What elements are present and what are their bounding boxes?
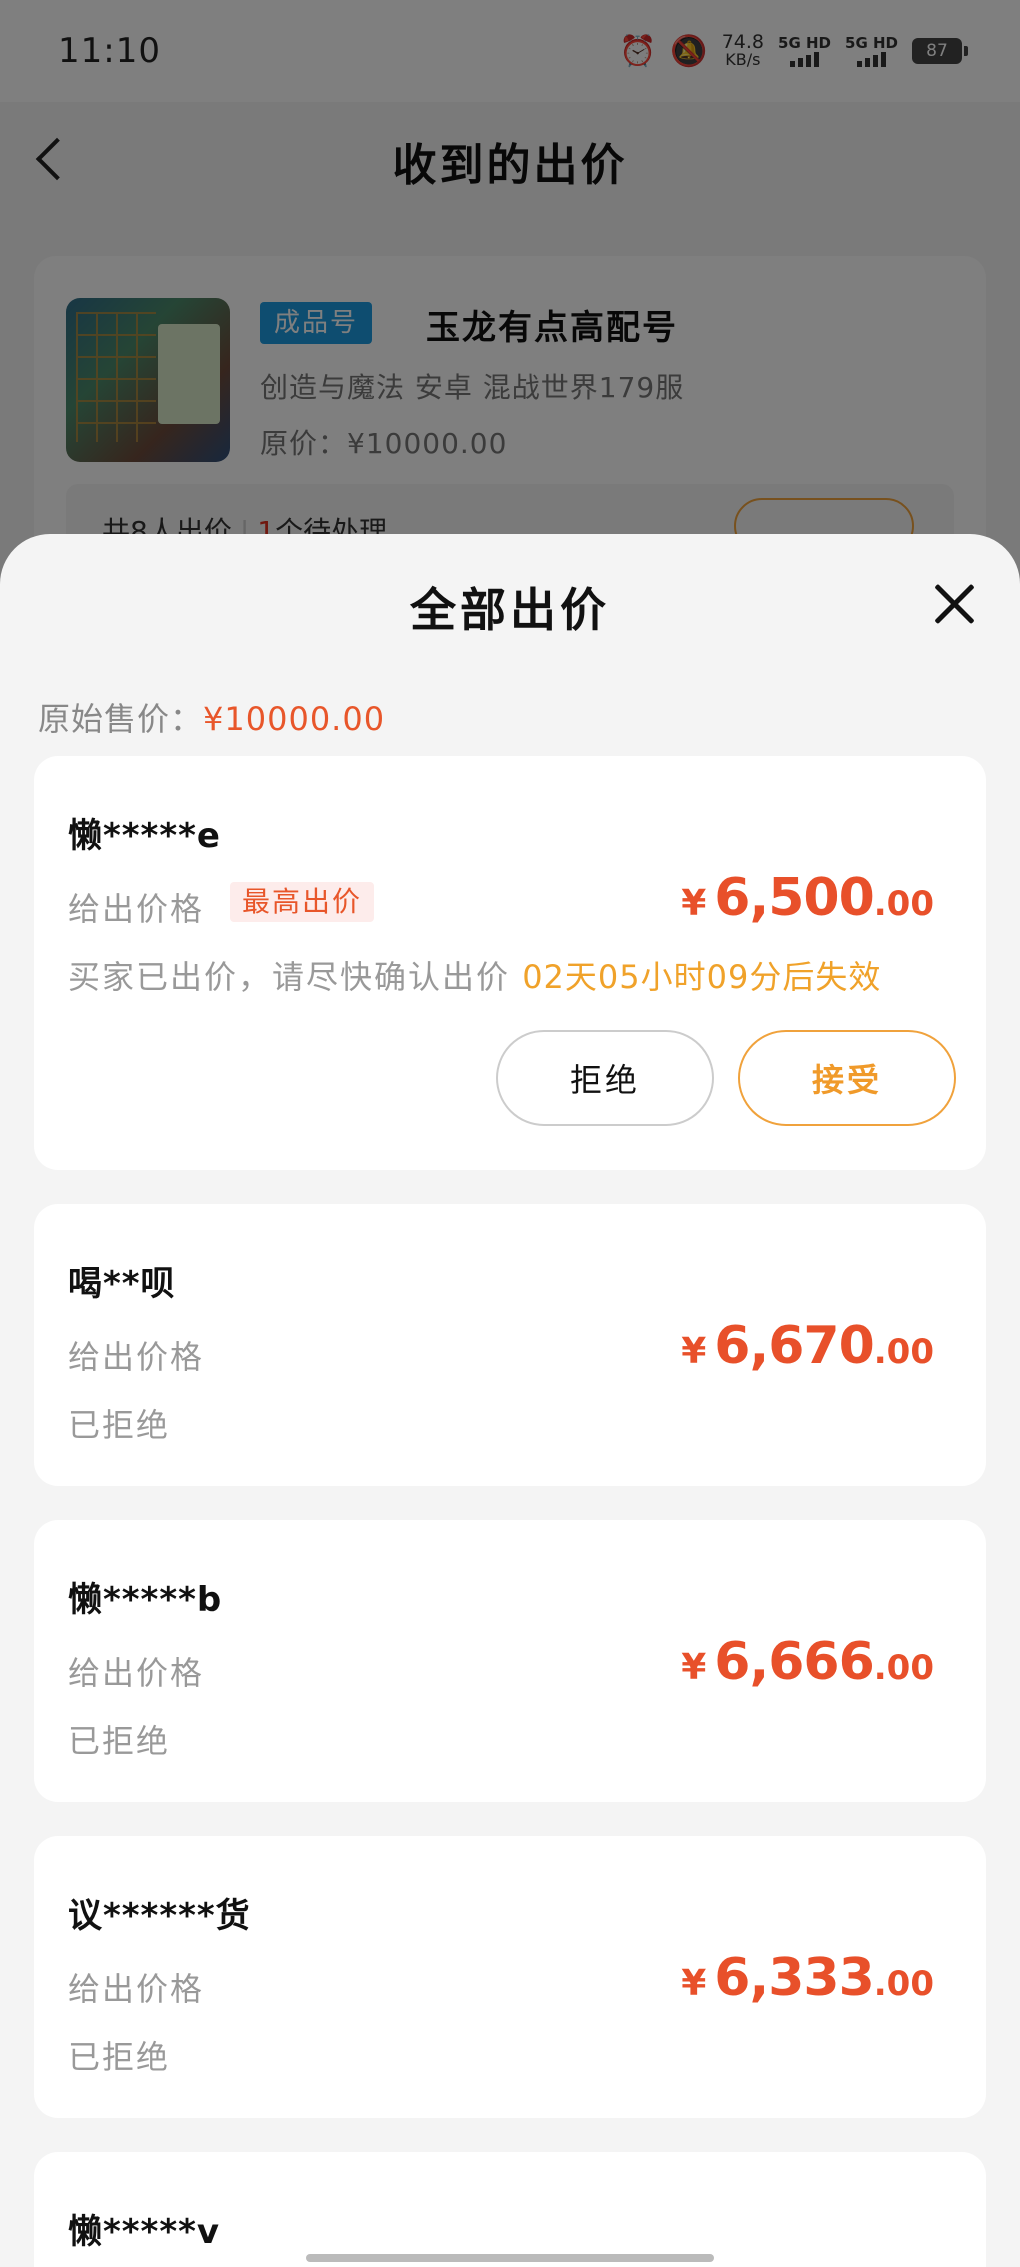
highest-offer-badge: 最高出价 <box>230 882 375 922</box>
price-decimal: .00 <box>873 1332 934 1372</box>
original-price-label: 原始售价： <box>38 700 204 738</box>
offer-price-label: 给出价格 <box>68 1338 205 1376</box>
offer-price-label: 给出价格 <box>68 1970 205 2008</box>
price-decimal: .00 <box>873 1648 934 1688</box>
price-integer: 6,670 <box>714 1316 874 1376</box>
price-integer: 6,666 <box>714 1632 874 1692</box>
price-decimal: .00 <box>873 1964 934 2004</box>
price-integer: 6,500 <box>714 868 874 928</box>
offer-price: ¥6,666.00 <box>681 1632 934 1692</box>
reject-button[interactable]: 拒绝 <box>496 1030 714 1126</box>
all-offers-sheet: 全部出价 原始售价：¥10000.00 懒*****e 给出价格 最高出价 ¥6… <box>0 534 1020 2267</box>
accept-button[interactable]: 接受 <box>738 1030 956 1126</box>
offer-card: 懒*****b 给出价格 ¥6,666.00 已拒绝 <box>34 1520 986 1802</box>
buyer-name: 懒*****v <box>68 2212 221 2252</box>
offer-price-label: 给出价格 <box>68 890 205 928</box>
currency-symbol: ¥ <box>681 883 707 924</box>
original-sale-price: 原始售价：¥10000.00 <box>38 694 385 740</box>
currency-symbol: ¥ <box>681 1331 707 1372</box>
currency-symbol: ¥ <box>681 1963 707 2004</box>
offer-price: ¥6,333.00 <box>681 1948 934 2008</box>
offer-card: 懒*****v <box>34 2152 986 2267</box>
currency-symbol: ¥ <box>681 1647 707 1688</box>
buyer-name: 懒*****e <box>68 816 221 856</box>
offer-price: ¥6,670.00 <box>681 1316 934 1376</box>
offer-list: 懒*****e 给出价格 最高出价 ¥6,500.00 买家已出价，请尽快确认出… <box>34 756 986 2267</box>
buyer-name: 懒*****b <box>68 1580 223 1620</box>
offer-status: 已拒绝 <box>68 2038 171 2076</box>
original-price-value: ¥10000.00 <box>203 700 386 738</box>
price-integer: 6,333 <box>714 1948 874 2008</box>
offer-status: 买家已出价，请尽快确认出价 02天05小时09分后失效 <box>68 952 881 998</box>
buyer-name: 议******货 <box>68 1896 251 1936</box>
home-indicator[interactable] <box>306 2254 714 2262</box>
offer-status: 已拒绝 <box>68 1406 171 1444</box>
offer-status-text: 买家已出价，请尽快确认出价 <box>68 958 511 996</box>
price-decimal: .00 <box>873 884 934 924</box>
offer-price: ¥6,500.00 <box>681 868 934 928</box>
offer-status: 已拒绝 <box>68 1722 171 1760</box>
offer-price-label: 给出价格 <box>68 1654 205 1692</box>
offer-card: 议******货 给出价格 ¥6,333.00 已拒绝 <box>34 1836 986 2118</box>
close-icon[interactable] <box>932 582 976 626</box>
buyer-name: 喝**呗 <box>68 1264 176 1304</box>
offer-expire-countdown: 02天05小时09分后失效 <box>522 958 882 996</box>
offer-card: 喝**呗 给出价格 ¥6,670.00 已拒绝 <box>34 1204 986 1486</box>
offer-card: 懒*****e 给出价格 最高出价 ¥6,500.00 买家已出价，请尽快确认出… <box>34 756 986 1170</box>
sheet-title: 全部出价 <box>410 583 610 637</box>
